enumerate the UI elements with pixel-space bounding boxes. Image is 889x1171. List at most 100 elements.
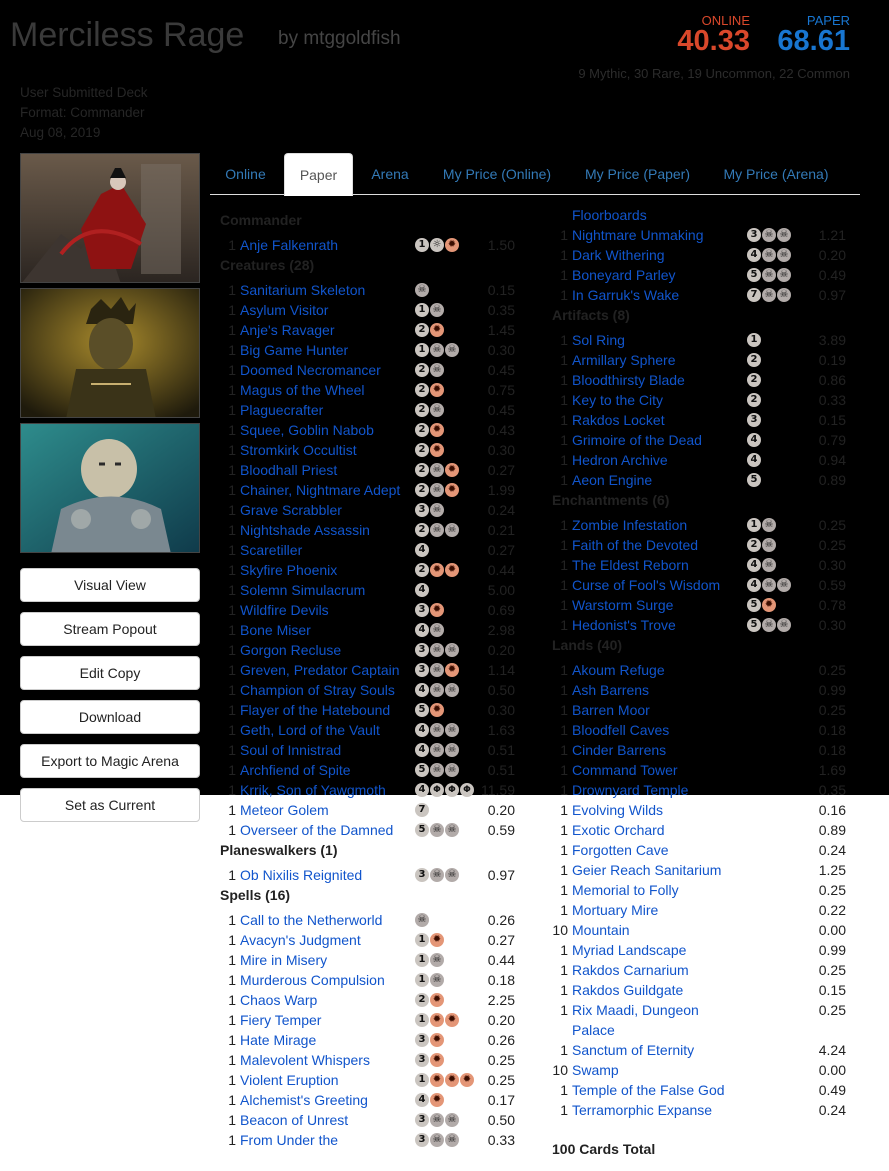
card-name-link[interactable]: In Garruk's Wake — [572, 285, 679, 305]
card-name-link[interactable]: Murderous Compulsion — [240, 970, 385, 990]
card-name-link[interactable]: Mire in Misery — [240, 950, 327, 970]
card-name-link[interactable]: Terramorphic Expanse — [572, 1100, 712, 1120]
generic-mana-icon: 4 — [415, 743, 429, 757]
card-name-link[interactable]: Anje's Ravager — [240, 320, 335, 340]
card-name-link[interactable]: Beacon of Unrest — [240, 1110, 348, 1130]
card-name-link[interactable]: Call to the Netherworld — [240, 910, 382, 930]
card-art-anje-falkenrath[interactable] — [20, 153, 200, 283]
card-name-link[interactable]: Skyfire Phoenix — [240, 560, 337, 580]
card-name-link[interactable]: Soul of Innistrad — [240, 740, 341, 760]
card-name-link[interactable]: Faith of the Devoted — [572, 535, 698, 555]
card-name-link[interactable]: Memorial to Folly — [572, 880, 679, 900]
card-name-link[interactable]: Swamp — [572, 1060, 619, 1080]
card-name-link[interactable]: Doomed Necromancer — [240, 360, 381, 380]
card-art-geth[interactable] — [20, 423, 200, 553]
card-name-link[interactable]: Hedonist's Trove — [572, 615, 676, 635]
tab-arena[interactable]: Arena — [358, 153, 422, 194]
card-name-link[interactable]: Big Game Hunter — [240, 340, 348, 360]
card-name-link[interactable]: Ash Barrens — [572, 680, 649, 700]
stream-popout-button[interactable]: Stream Popout — [20, 612, 200, 646]
card-name-link[interactable]: Bloodthirsty Blade — [572, 370, 685, 390]
card-name-link[interactable]: Sanctum of Eternity — [572, 1040, 694, 1060]
card-name-link[interactable]: Scaretiller — [240, 540, 302, 560]
card-name-link[interactable]: Grimoire of the Dead — [572, 430, 702, 450]
card-name-link[interactable]: Ob Nixilis Reignited — [240, 865, 362, 885]
card-name-link[interactable]: Cinder Barrens — [572, 740, 666, 760]
card-name-link[interactable]: Command Tower — [572, 760, 678, 780]
card-name-link[interactable]: Sol Ring — [572, 330, 625, 350]
card-name-link[interactable]: Champion of Stray Souls — [240, 680, 395, 700]
card-name-link[interactable]: Evolving Wilds — [572, 800, 663, 820]
card-name-link[interactable]: Zombie Infestation — [572, 515, 687, 535]
card-name-link[interactable]: From Under the — [240, 1130, 338, 1150]
card-name-link[interactable]: Myriad Landscape — [572, 940, 686, 960]
card-name-link[interactable]: Boneyard Parley — [572, 265, 676, 285]
card-name-link[interactable]: Hate Mirage — [240, 1030, 316, 1050]
card-name-link[interactable]: Grave Scrabbler — [240, 500, 342, 520]
card-name-link[interactable]: Rakdos Guildgate — [572, 980, 683, 1000]
card-name-link[interactable]: Warstorm Surge — [572, 595, 673, 615]
card-name-link[interactable]: Mountain — [572, 920, 630, 940]
card-name-link[interactable]: Alchemist's Greeting — [240, 1090, 368, 1110]
card-name-link[interactable]: Rix Maadi, Dungeon — [572, 1000, 699, 1020]
card-name-link[interactable]: Palace — [572, 1020, 615, 1040]
card-name-link[interactable]: Dark Withering — [572, 245, 665, 265]
card-name-link[interactable]: Squee, Goblin Nabob — [240, 420, 374, 440]
card-name-link[interactable]: Avacyn's Judgment — [240, 930, 361, 950]
card-name-link[interactable]: Flayer of the Hatebound — [240, 700, 390, 720]
card-name-link[interactable]: Bloodfell Caves — [572, 720, 669, 740]
card-name-link[interactable]: Forgotten Cave — [572, 840, 669, 860]
card-name-link[interactable]: Meteor Golem — [240, 800, 329, 820]
tab-paper[interactable]: Paper — [284, 153, 353, 196]
card-name-link[interactable]: Violent Eruption — [240, 1070, 339, 1090]
card-name-link[interactable]: Bloodhall Priest — [240, 460, 337, 480]
card-name-link[interactable]: Gorgon Recluse — [240, 640, 341, 660]
card-name-link[interactable]: Overseer of the Damned — [240, 820, 393, 840]
card-art-krrik[interactable] — [20, 288, 200, 418]
card-name-link[interactable]: Floorboards — [572, 205, 647, 225]
card-name-link[interactable]: Greven, Predator Captain — [240, 660, 400, 680]
card-name-link[interactable]: Bone Miser — [240, 620, 311, 640]
card-name-link[interactable]: Stromkirk Occultist — [240, 440, 357, 460]
card-name-link[interactable]: Solemn Simulacrum — [240, 580, 365, 600]
card-name-link[interactable]: Magus of the Wheel — [240, 380, 365, 400]
card-name-link[interactable]: Curse of Fool's Wisdom — [572, 575, 720, 595]
download-button[interactable]: Download — [20, 700, 200, 734]
card-name-link[interactable]: Akoum Refuge — [572, 660, 665, 680]
card-name-link[interactable]: Hedron Archive — [572, 450, 668, 470]
edit-copy-button[interactable]: Edit Copy — [20, 656, 200, 690]
card-name-link[interactable]: Plaguecrafter — [240, 400, 323, 420]
card-name-link[interactable]: Asylum Visitor — [240, 300, 328, 320]
card-name-link[interactable]: Exotic Orchard — [572, 820, 665, 840]
card-name-link[interactable]: Mortuary Mire — [572, 900, 658, 920]
tab-my-price-online[interactable]: My Price (Online) — [430, 153, 564, 194]
card-name-link[interactable]: The Eldest Reborn — [572, 555, 689, 575]
tab-my-price-arena[interactable]: My Price (Arena) — [710, 153, 842, 194]
tab-online[interactable]: Online — [210, 153, 281, 194]
card-name-link[interactable]: Armillary Sphere — [572, 350, 675, 370]
card-name-link[interactable]: Fiery Temper — [240, 1010, 321, 1030]
visual-view-button[interactable]: Visual View — [20, 568, 200, 602]
card-name-link[interactable]: Drownyard Temple — [572, 780, 688, 800]
card-name-link[interactable]: Sanitarium Skeleton — [240, 280, 365, 300]
card-name-link[interactable]: Wildfire Devils — [240, 600, 329, 620]
card-name-link[interactable]: Key to the City — [572, 390, 663, 410]
card-name-link[interactable]: Krrik, Son of Yawgmoth — [240, 780, 386, 800]
card-name-link[interactable]: Rakdos Carnarium — [572, 960, 689, 980]
card-name-link[interactable]: Aeon Engine — [572, 470, 652, 490]
card-name-link[interactable]: Nightshade Assassin — [240, 520, 370, 540]
card-name-link[interactable]: Rakdos Locket — [572, 410, 665, 430]
card-name-link[interactable]: Geth, Lord of the Vault — [240, 720, 380, 740]
card-name-link[interactable]: Geier Reach Sanitarium — [572, 860, 721, 880]
card-name-link[interactable]: Malevolent Whispers — [240, 1050, 370, 1070]
card-name-link[interactable]: Chaos Warp — [240, 990, 317, 1010]
export-arena-button[interactable]: Export to Magic Arena — [20, 744, 200, 778]
card-name-link[interactable]: Anje Falkenrath — [240, 235, 338, 255]
tab-my-price-paper[interactable]: My Price (Paper) — [574, 153, 701, 194]
card-name-link[interactable]: Nightmare Unmaking — [572, 225, 704, 245]
card-name-link[interactable]: Temple of the False God — [572, 1080, 725, 1100]
card-name-link[interactable]: Archfiend of Spite — [240, 760, 351, 780]
card-name-link[interactable]: Chainer, Nightmare Adept — [240, 480, 400, 500]
set-as-current-button[interactable]: Set as Current — [20, 788, 200, 822]
card-name-link[interactable]: Barren Moor — [572, 700, 650, 720]
